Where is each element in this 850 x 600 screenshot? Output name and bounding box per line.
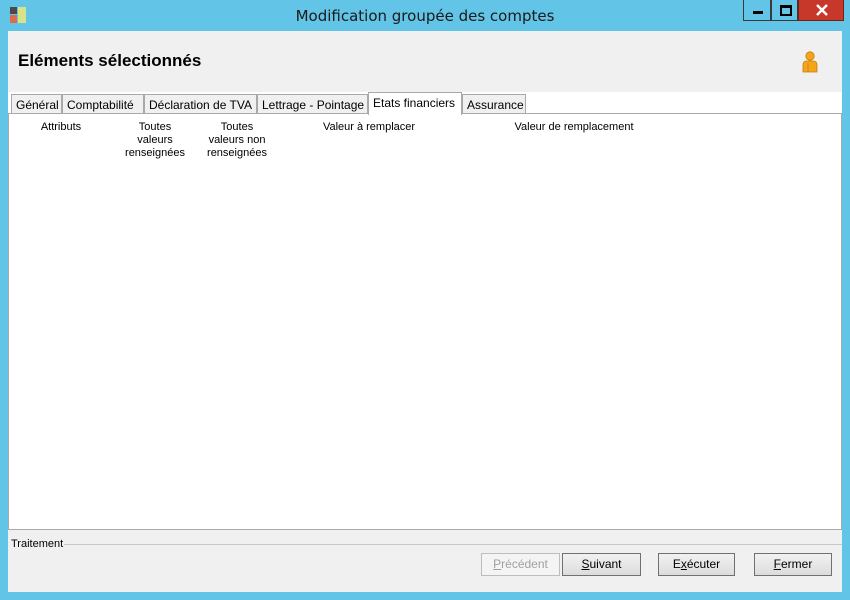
header-panel: Eléments sélectionnés — [8, 31, 842, 91]
client-area: Eléments sélectionnés Général Comptabili… — [8, 31, 842, 592]
tab-declaration-tva[interactable]: Déclaration de TVA — [144, 94, 257, 114]
tab-comptabilite[interactable]: Comptabilité — [62, 94, 144, 114]
window-title: Modification groupée des comptes — [295, 7, 555, 25]
tab-etats-financiers[interactable]: Etats financiers — [368, 92, 462, 115]
tab-content-panel: Attributs Toutes valeurs renseignées Tou… — [8, 113, 842, 530]
app-window: Modification groupée des comptes Elément… — [0, 0, 850, 600]
minimize-button[interactable] — [743, 0, 771, 21]
tab-strip: Général Comptabilité Déclaration de TVA … — [8, 92, 842, 115]
column-header-replacement-value: Valeur de remplacement — [514, 121, 634, 133]
tab-general[interactable]: Général — [11, 94, 62, 114]
maximize-icon — [780, 5, 792, 16]
user-icon[interactable] — [801, 51, 819, 73]
execute-button[interactable]: Exécuter — [658, 553, 735, 576]
close-icon — [816, 4, 828, 16]
previous-button[interactable]: Précédent — [481, 553, 560, 576]
column-header-all-filled: Toutes valeurs renseignées — [125, 121, 185, 159]
tab-lettrage-pointage[interactable]: Lettrage - Pointage — [257, 94, 368, 114]
column-header-all-empty: Toutes valeurs non renseignées — [207, 121, 267, 159]
maximize-button[interactable] — [771, 0, 798, 21]
tab-assurance[interactable]: Assurance — [462, 94, 526, 114]
close-dialog-button[interactable]: Fermer — [754, 553, 832, 576]
next-button[interactable]: Suivant — [562, 553, 641, 576]
column-header-value-to-replace: Valeur à remplacer — [322, 121, 416, 133]
page-title: Eléments sélectionnés — [18, 51, 202, 70]
group-divider — [64, 544, 842, 545]
column-header-attributs: Attributs — [40, 121, 82, 133]
treatment-legend: Traitement — [11, 538, 64, 550]
minimize-icon — [753, 11, 763, 14]
close-button[interactable] — [798, 0, 844, 21]
title-bar[interactable]: Modification groupée des comptes — [0, 0, 850, 30]
